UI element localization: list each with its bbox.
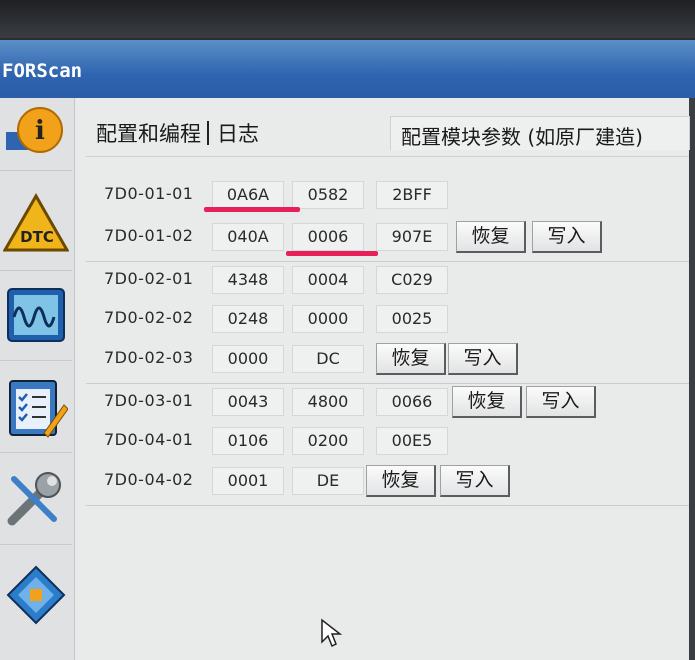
row-address: 7D0-01-02 xyxy=(104,226,194,245)
table-bottom-divider xyxy=(86,505,689,506)
sidebar-item-checklist[interactable] xyxy=(0,366,72,453)
value-cell[interactable]: 0582 xyxy=(292,181,364,209)
value-cell[interactable]: 00E5 xyxy=(376,427,448,455)
row-address: 7D0-02-02 xyxy=(104,308,194,327)
value-cell[interactable]: 0004 xyxy=(292,266,364,294)
restore-button[interactable]: 恢复 xyxy=(366,465,436,497)
table-row: 7D0-02-02 0248 0000 0025 xyxy=(86,301,689,339)
value-cell[interactable]: DC xyxy=(292,345,364,373)
sidebar-item-dtc[interactable]: DTC xyxy=(0,180,72,271)
sidebar-item-info[interactable]: i xyxy=(0,98,72,171)
value-cell[interactable]: 907E xyxy=(376,223,448,251)
row-address: 7D0-02-03 xyxy=(104,348,194,367)
value-cell[interactable]: 0248 xyxy=(212,305,284,333)
table-row: 7D0-04-02 0001 DE 恢复 写入 xyxy=(86,463,689,501)
table-row: 7D0-02-03 0000 DC 恢复 写入 xyxy=(86,341,689,379)
sidebar: i DTC xyxy=(0,98,75,660)
chip-icon xyxy=(4,563,68,631)
title-bar: FORScan xyxy=(0,40,695,98)
value-cell[interactable]: 0066 xyxy=(376,388,448,416)
value-cell[interactable]: 4348 xyxy=(212,266,284,294)
info-icon: i xyxy=(6,102,66,166)
row-address: 7D0-02-01 xyxy=(104,269,194,288)
monitor-bezel xyxy=(0,0,695,38)
write-button[interactable]: 写入 xyxy=(440,465,510,497)
write-button[interactable]: 写入 xyxy=(526,386,596,418)
sidebar-item-tools[interactable] xyxy=(0,458,72,545)
row-address: 7D0-01-01 xyxy=(104,184,194,203)
row-address: 7D0-03-01 xyxy=(104,391,194,410)
restore-button[interactable]: 恢复 xyxy=(456,221,526,253)
table-row: 7D0-03-01 0043 4800 0066 恢复 写入 xyxy=(86,383,689,422)
config-panel: 配置和编程 日志 配置模块参数 (如原厂建造) 7D0-01-01 0A6A 05… xyxy=(86,112,690,582)
table-row: 7D0-01-01 0A6A 0582 2BFF xyxy=(86,177,689,215)
svg-text:DTC: DTC xyxy=(20,228,54,246)
value-cell[interactable]: 0000 xyxy=(292,305,364,333)
checklist-icon xyxy=(4,375,69,443)
value-cell[interactable]: 0001 xyxy=(212,467,284,495)
value-cell[interactable]: DE xyxy=(292,467,364,495)
tab-group-left: 配置和编程 日志 xyxy=(96,118,259,148)
table-row: 7D0-01-02 040A 0006 907E 恢复 写入 xyxy=(86,219,689,257)
tab-bar: 配置和编程 日志 配置模块参数 (如原厂建造) xyxy=(86,112,690,152)
svg-text:i: i xyxy=(35,116,45,146)
row-address: 7D0-04-01 xyxy=(104,430,194,449)
table-row: 7D0-02-01 4348 0004 C029 xyxy=(86,261,689,300)
highlight-underline xyxy=(286,251,378,256)
tab-module-params[interactable]: 配置模块参数 (如原厂建造) xyxy=(390,116,690,150)
sidebar-item-oscilloscope[interactable] xyxy=(0,274,72,361)
restore-button[interactable]: 恢复 xyxy=(376,343,446,375)
value-cell[interactable]: 0106 xyxy=(212,427,284,455)
wrench-icon xyxy=(4,467,68,535)
tab-log[interactable]: 日志 xyxy=(217,122,259,146)
table-row: 7D0-04-01 0106 0200 00E5 xyxy=(86,423,689,461)
value-cell[interactable]: C029 xyxy=(376,266,448,294)
value-cell[interactable]: 040A xyxy=(212,223,284,251)
write-button[interactable]: 写入 xyxy=(448,343,518,375)
highlight-underline xyxy=(204,207,300,212)
value-cell[interactable]: 0200 xyxy=(292,427,364,455)
value-cell[interactable]: 0043 xyxy=(212,388,284,416)
tab-separator xyxy=(207,121,209,145)
tab-config-programming[interactable]: 配置和编程 xyxy=(96,122,201,146)
value-cell[interactable]: 0006 xyxy=(292,223,364,251)
write-button[interactable]: 写入 xyxy=(532,221,602,253)
oscilloscope-icon xyxy=(4,285,68,349)
row-address: 7D0-04-02 xyxy=(104,470,194,489)
forscan-window: FORScan i DTC 配置和编程 日志 配置模块参数 (如原厂建造) 7D… xyxy=(0,40,695,660)
sidebar-item-modules[interactable] xyxy=(0,554,72,640)
value-cell[interactable]: 0000 xyxy=(212,345,284,373)
module-param-table: 7D0-01-01 0A6A 0582 2BFF 7D0-01-02 040A … xyxy=(86,156,689,542)
dtc-icon: DTC xyxy=(2,192,70,258)
value-cell[interactable]: 0025 xyxy=(376,305,448,333)
app-title: FORScan xyxy=(2,60,83,82)
value-cell[interactable]: 0A6A xyxy=(212,181,284,209)
value-cell[interactable]: 2BFF xyxy=(376,181,448,209)
mouse-pointer-icon xyxy=(320,618,343,652)
value-cell[interactable]: 4800 xyxy=(292,388,364,416)
window-edge xyxy=(689,98,695,660)
restore-button[interactable]: 恢复 xyxy=(452,386,522,418)
